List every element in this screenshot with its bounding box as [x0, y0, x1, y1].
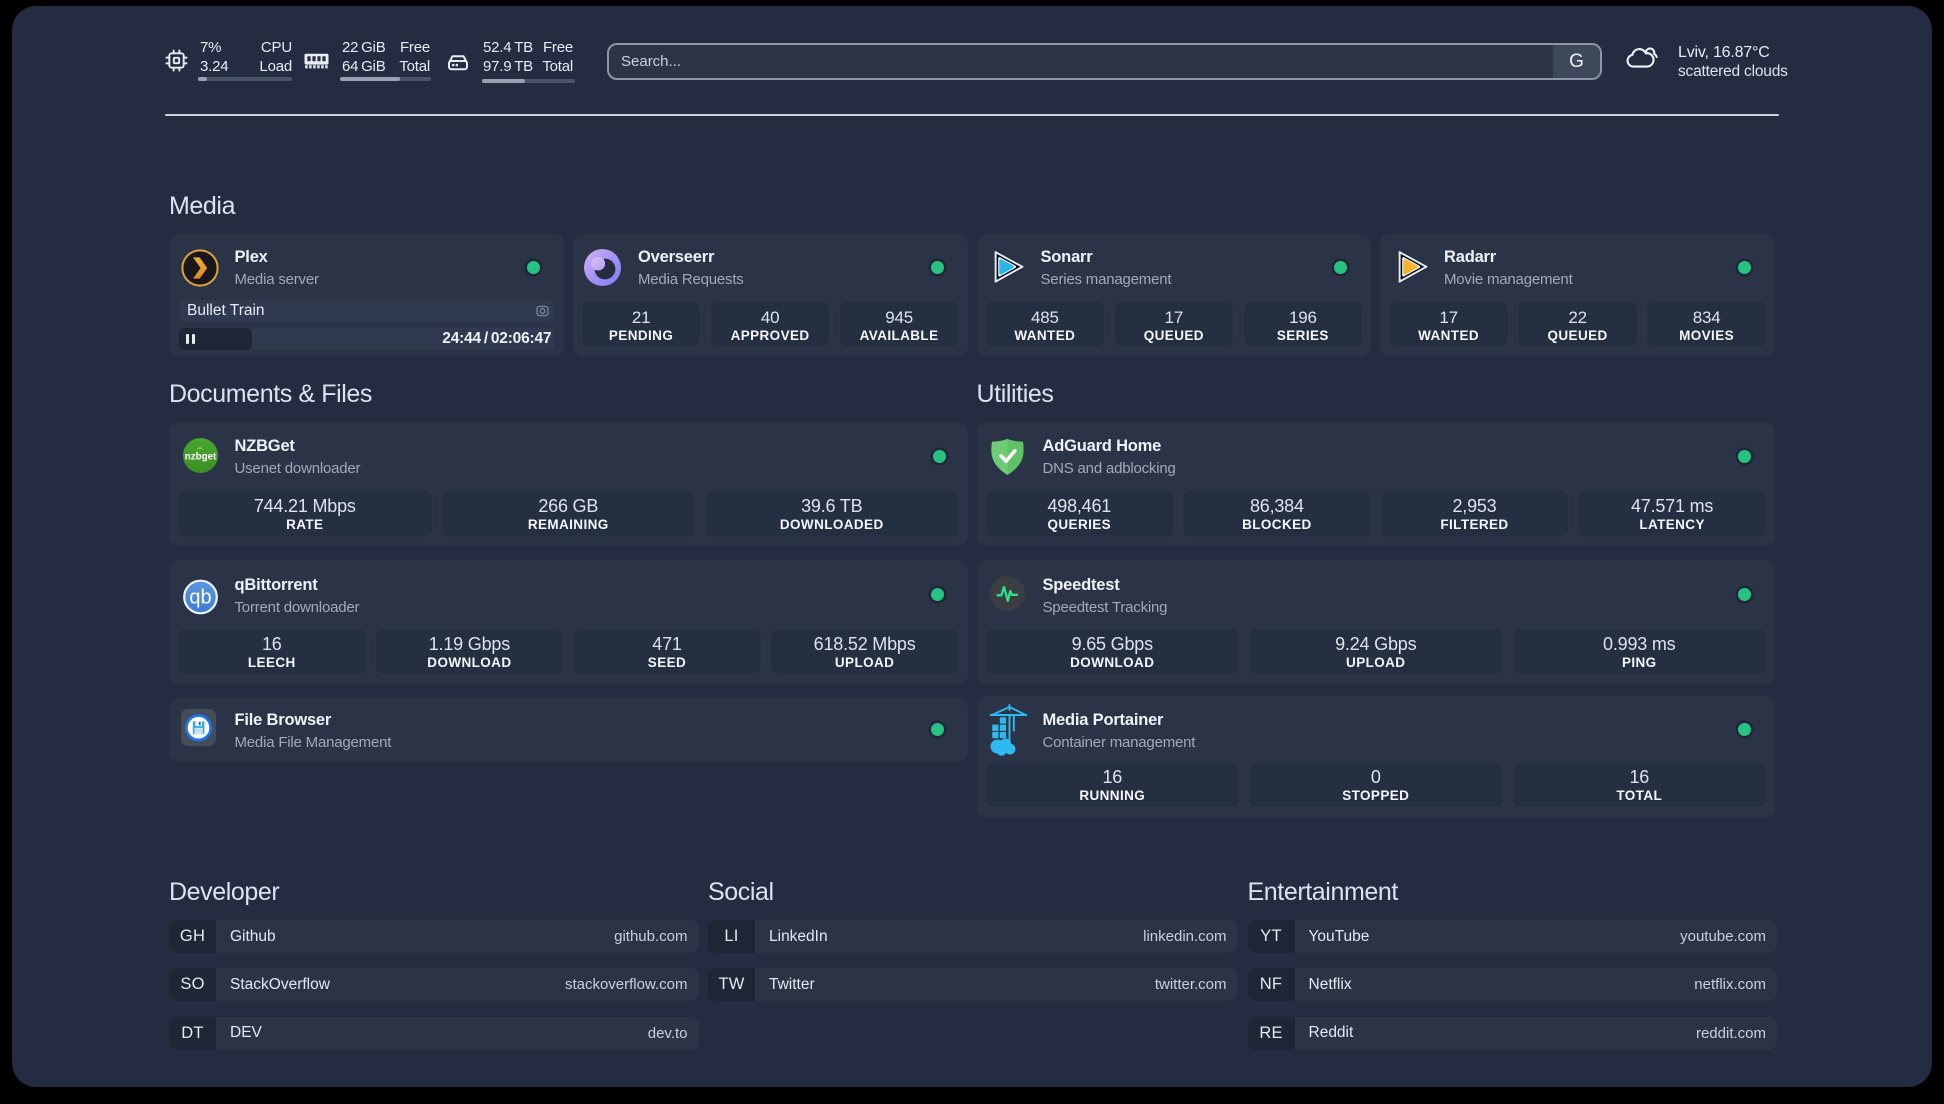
svg-text:qb: qb: [189, 587, 211, 609]
svg-text:nzbget: nzbget: [185, 452, 217, 463]
